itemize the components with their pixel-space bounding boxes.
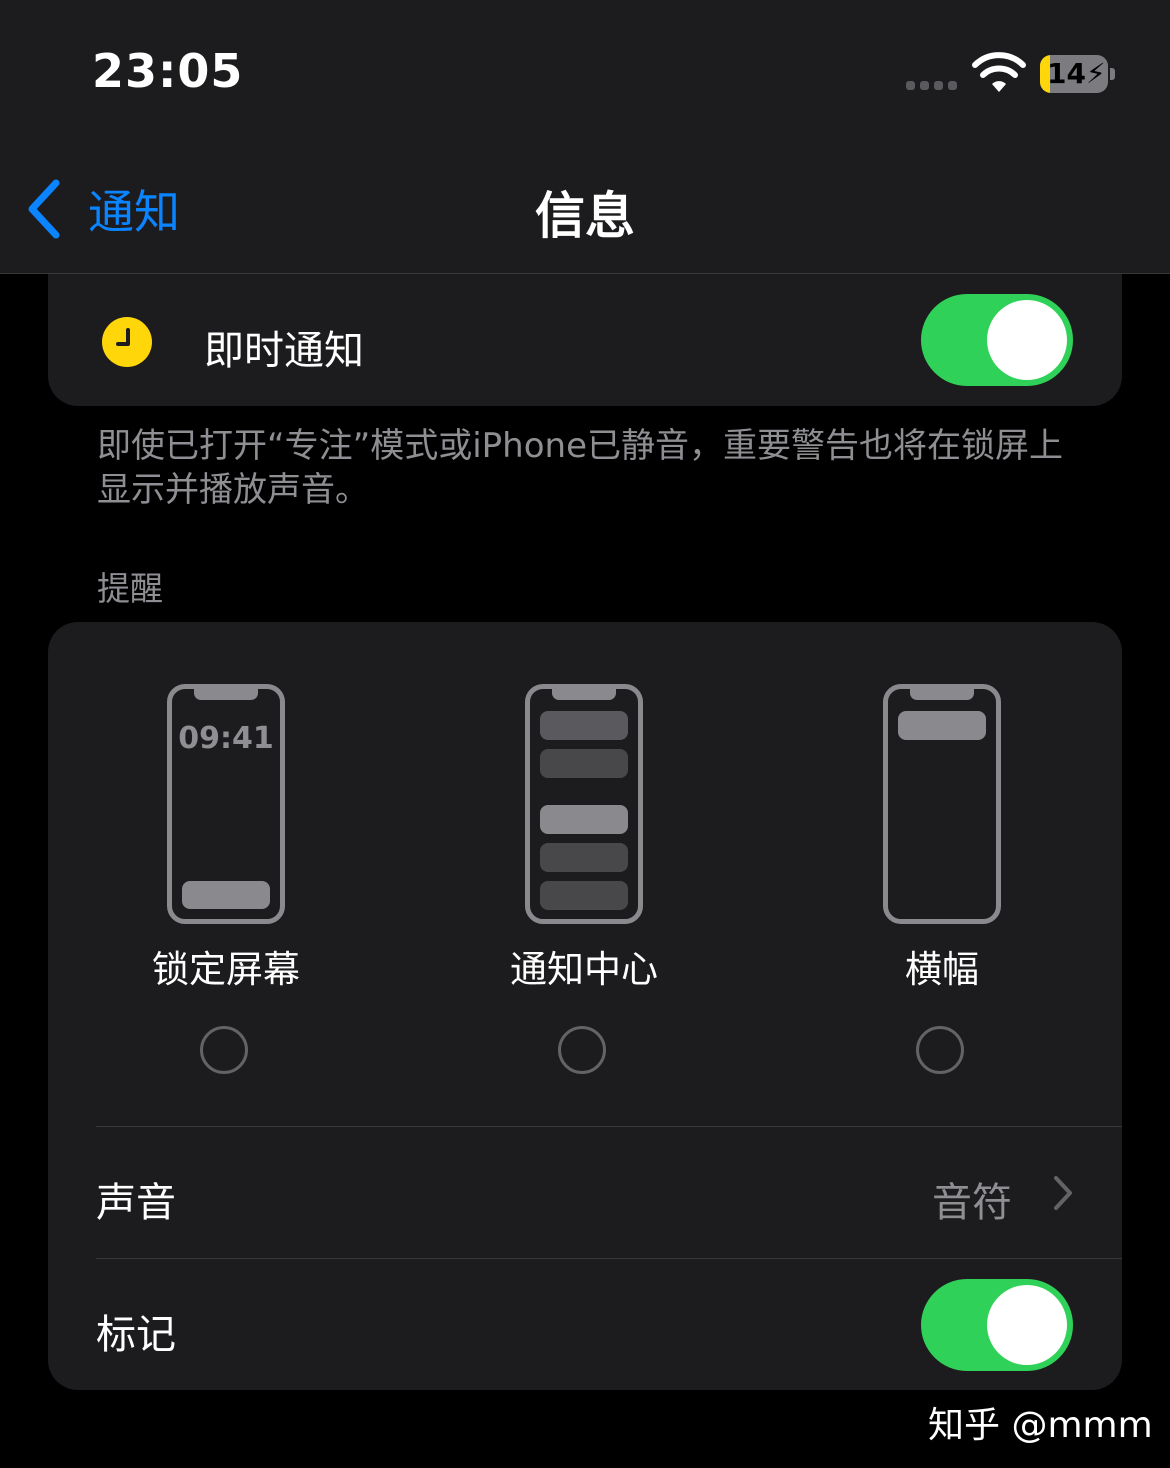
divider	[96, 1126, 1122, 1127]
sounds-label: 声音	[96, 1180, 176, 1226]
badges-label: 标记	[96, 1312, 176, 1358]
sounds-value: 音符	[932, 1180, 1012, 1226]
banners-radio[interactable]	[916, 1026, 964, 1074]
notification-center-preview-icon	[525, 684, 643, 924]
notification-center-radio[interactable]	[558, 1026, 606, 1074]
alerts-section-header: 提醒	[97, 569, 163, 608]
time-sensitive-footnote: 即使已打开“专注”模式或iPhone已静音，重要警告也将在锁屏上显示并播放声音。	[97, 426, 1063, 510]
time-sensitive-card: 即时通知	[48, 274, 1122, 406]
status-bar: 23:05 14⚡	[0, 0, 1170, 140]
toggle-knob	[987, 1285, 1067, 1365]
clock-icon	[102, 317, 152, 367]
lock-screen-preview-icon: 09:41	[167, 684, 285, 924]
status-time: 23:05	[92, 44, 244, 98]
battery-icon: 14⚡	[1040, 55, 1108, 93]
alerts-card: 09:41 锁定屏幕 通知中心 横幅 声音 音符 标记	[48, 622, 1122, 1390]
watermark: 知乎 @mmm	[928, 1405, 1153, 1446]
preview-time: 09:41	[178, 721, 274, 756]
lock-screen-radio[interactable]	[200, 1026, 248, 1074]
battery-level: 14	[1047, 57, 1086, 90]
chevron-right-icon	[1054, 1176, 1072, 1210]
banners-label: 横幅	[905, 948, 979, 991]
cellular-signal-icon	[906, 81, 957, 90]
divider	[96, 1258, 1122, 1259]
wifi-icon	[972, 52, 1026, 92]
charging-bolt-icon: ⚡	[1085, 57, 1106, 90]
notification-center-label: 通知中心	[510, 948, 658, 991]
time-sensitive-toggle[interactable]	[921, 294, 1073, 386]
page-title: 信息	[535, 187, 635, 245]
lock-screen-label: 锁定屏幕	[152, 948, 300, 991]
battery-nub	[1110, 68, 1115, 80]
time-sensitive-label: 即时通知	[204, 328, 364, 374]
navigation-bar: 通知 信息	[0, 140, 1170, 274]
banner-preview-icon	[883, 684, 1001, 924]
toggle-knob	[987, 300, 1067, 380]
badges-toggle[interactable]	[921, 1279, 1073, 1371]
